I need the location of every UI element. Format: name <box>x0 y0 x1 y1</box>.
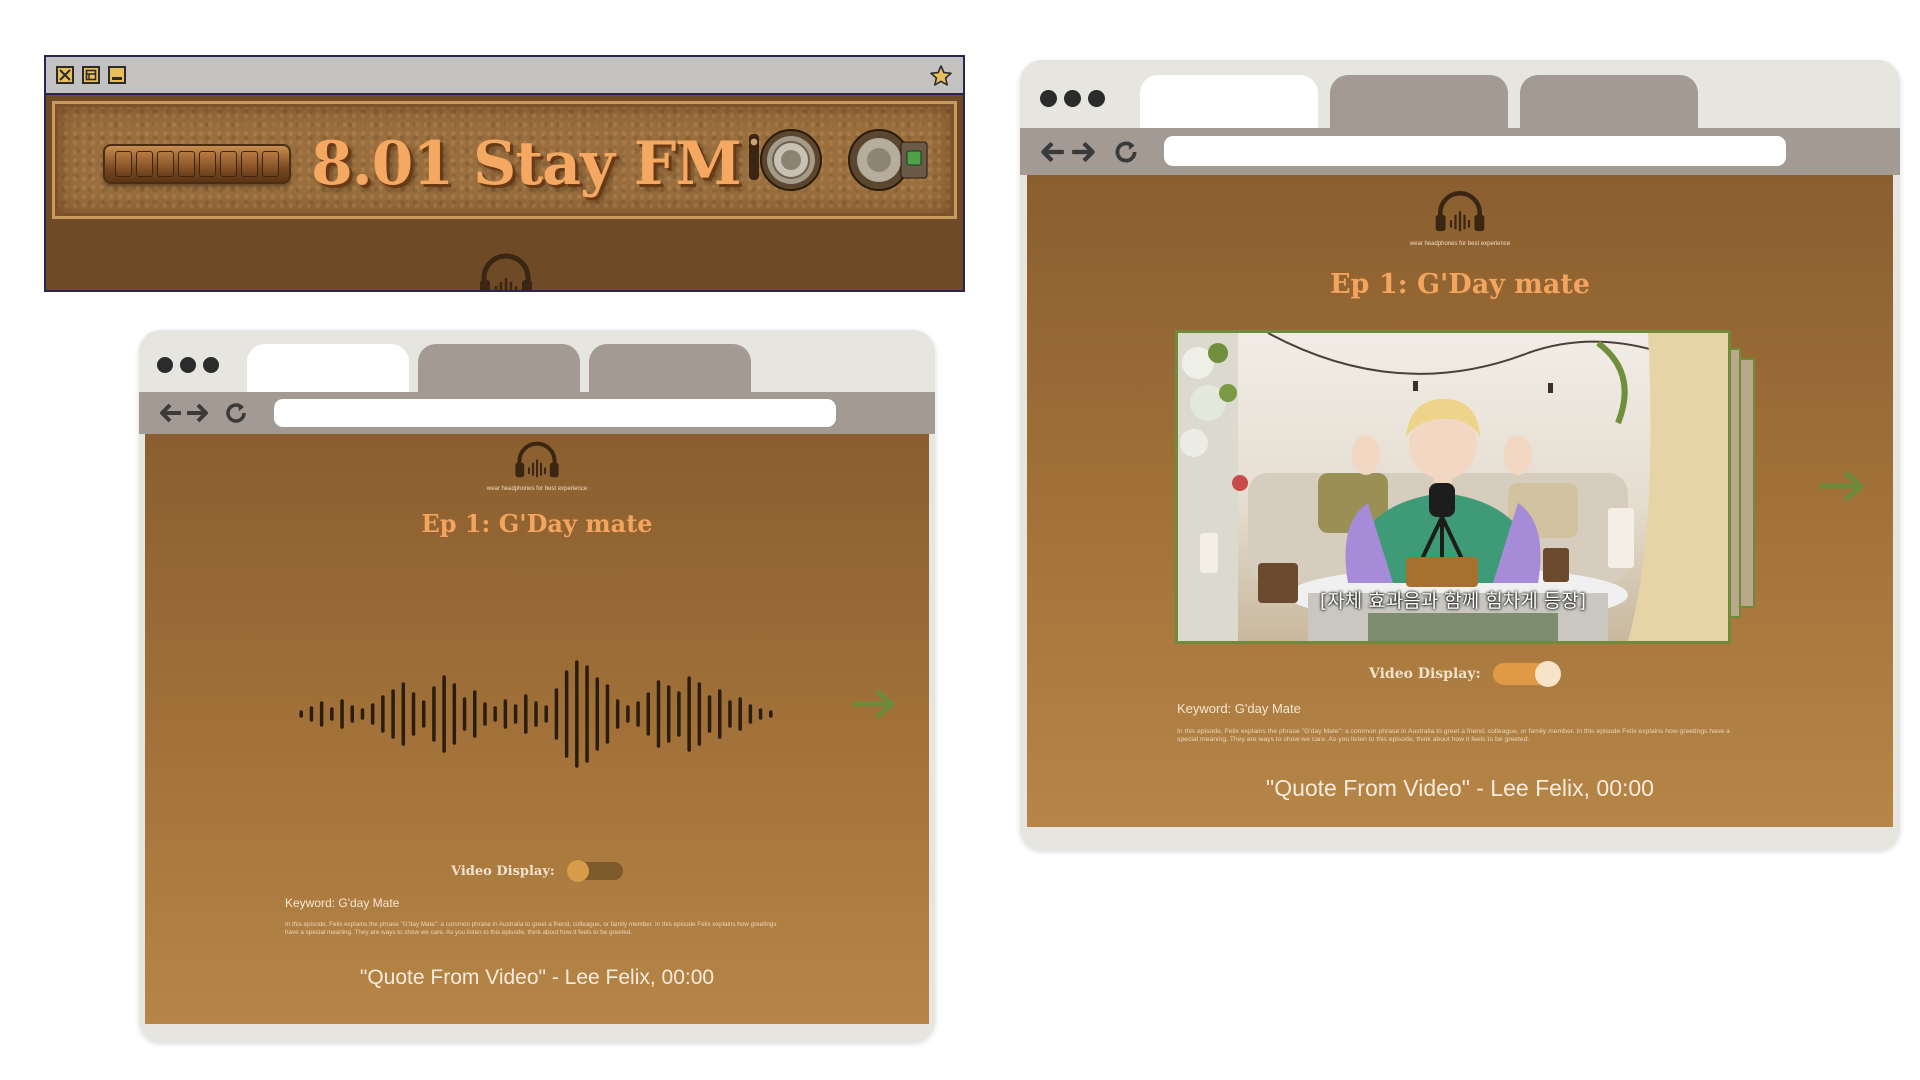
window-dot[interactable] <box>203 357 219 373</box>
episode-quote: "Quote From Video" - Lee Felix, 00:00 <box>1266 775 1654 801</box>
episode-quote: "Quote From Video" - Lee Felix, 00:00 <box>359 966 715 989</box>
browser-toolbar <box>1020 128 1900 175</box>
window-dot[interactable] <box>1064 90 1081 107</box>
video-display-label: Video Display: <box>1369 666 1481 682</box>
arrow-right-icon[interactable] <box>1817 468 1867 508</box>
radio-window: 8.01 Stay FM <box>44 55 965 292</box>
video-subtitle: [자체 효과음과 함께 힘차게 등장] <box>1319 590 1587 612</box>
window-dot[interactable] <box>1040 90 1057 107</box>
tuning-dial[interactable] <box>103 144 291 184</box>
volume-knob-icon[interactable] <box>843 124 933 200</box>
radio-panel: 8.01 Stay FM <box>52 101 957 219</box>
tab-inactive[interactable] <box>418 344 580 392</box>
speaker-knob-icon[interactable] <box>745 124 825 200</box>
address-bar[interactable] <box>1164 136 1786 166</box>
window-dot[interactable] <box>180 357 196 373</box>
video-display-toggle[interactable] <box>566 860 623 882</box>
tab-active[interactable] <box>247 344 409 392</box>
browser-window-audio: wear headphones for best experience Ep 1… <box>139 330 935 1042</box>
forward-arrow-icon[interactable] <box>185 400 211 430</box>
forward-arrow-icon[interactable] <box>1070 138 1098 170</box>
tab-active[interactable] <box>1140 75 1318 128</box>
tab-bar <box>1020 60 1900 128</box>
audio-waveform-icon <box>299 660 773 768</box>
page-content: wear headphones for best experience Ep 1… <box>1027 175 1893 827</box>
reload-icon[interactable] <box>1112 138 1140 170</box>
tab-inactive[interactable] <box>1330 75 1508 128</box>
page-content: wear headphones for best experience Ep 1… <box>145 434 929 1024</box>
video-display-label: Video Display: <box>451 863 555 879</box>
arrow-right-icon[interactable] <box>851 687 897 725</box>
headphones-icon <box>513 440 561 488</box>
video-display-toggle[interactable] <box>1492 661 1561 687</box>
browser-window-video: wear headphones for best experience Ep 1… <box>1020 60 1900 850</box>
keyword-label: Keyword: G'day Mate <box>285 896 400 910</box>
tagline: wear headphones for best experience <box>486 486 588 492</box>
address-bar[interactable] <box>274 399 836 427</box>
video-player[interactable]: [자체 효과음과 함께 힘차게 등장] <box>1175 330 1731 644</box>
keyword-label: Keyword: G'day Mate <box>1177 701 1301 716</box>
video-carousel: [자체 효과음과 함께 힘차게 등장] <box>1175 330 1795 644</box>
window-titlebar <box>46 57 963 95</box>
browser-toolbar <box>139 392 935 434</box>
window-dot[interactable] <box>157 357 173 373</box>
video-display-control: Video Display: <box>451 860 623 882</box>
star-icon[interactable] <box>929 64 953 92</box>
window-dot[interactable] <box>1088 90 1105 107</box>
back-arrow-icon[interactable] <box>157 400 183 430</box>
minimize-icon[interactable] <box>108 66 126 84</box>
episode-description: In this episode, Felix explains the phra… <box>1177 728 1730 744</box>
tagline: wear headphones for best experience <box>1409 241 1511 247</box>
tab-bar <box>139 330 935 392</box>
headphones-icon <box>1433 189 1487 243</box>
back-arrow-icon[interactable] <box>1038 138 1066 170</box>
video-display-control: Video Display: <box>1369 661 1561 687</box>
close-icon[interactable] <box>56 66 74 84</box>
episode-description: In this episode, Felix explains the phra… <box>285 921 777 936</box>
radio-title: 8.01 Stay FM <box>311 129 742 199</box>
episode-title: Ep 1: G'Day mate <box>421 509 653 538</box>
headphones-icon <box>476 252 536 290</box>
tab-inactive[interactable] <box>589 344 751 392</box>
reload-icon[interactable] <box>223 400 249 430</box>
tab-inactive[interactable] <box>1520 75 1698 128</box>
restore-icon[interactable] <box>82 66 100 84</box>
episode-title: Ep 1: G'Day mate <box>1329 269 1591 300</box>
